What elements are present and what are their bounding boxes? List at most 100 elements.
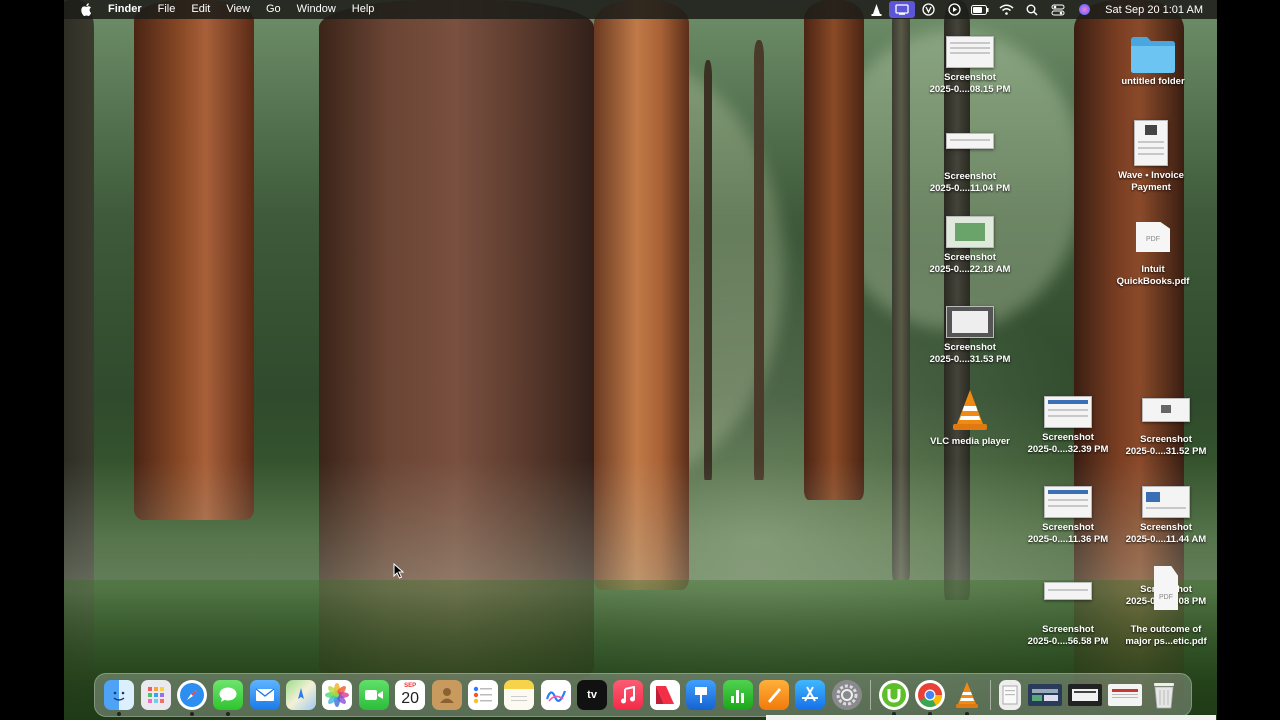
dock-pages-icon[interactable]	[758, 680, 789, 710]
dock-news-icon[interactable]	[649, 680, 680, 710]
dock-finder-icon[interactable]	[104, 680, 135, 716]
dock: SEP 20 tv	[94, 673, 1192, 717]
calendar-month: SEP	[404, 683, 417, 689]
desktop-icon-vlc-media-player[interactable]: VLC media player	[922, 388, 1018, 448]
dock-maps-icon[interactable]	[286, 680, 317, 710]
pdf-file-icon: PDF	[1136, 222, 1170, 252]
menu-view[interactable]: View	[218, 0, 258, 19]
folder-icon	[1129, 34, 1177, 73]
icon-sublabel: 2025-0....31.52 PM	[1125, 446, 1207, 457]
icon-label: Screenshot	[1042, 432, 1094, 443]
siri-icon[interactable]	[1071, 0, 1097, 19]
dock-calendar-icon[interactable]: SEP 20	[395, 680, 426, 710]
dock-launchpad-icon[interactable]	[140, 680, 171, 710]
dock-recent-screenshot-icon[interactable]	[1067, 684, 1102, 706]
desktop-icon-screenshot[interactable]: Screenshot 2025-0....11.04 PM	[922, 133, 1018, 195]
dock-photos-icon[interactable]	[322, 680, 353, 710]
mouse-cursor-icon	[393, 562, 405, 584]
icon-label: VLC media player	[930, 436, 1010, 447]
icon-label: Screenshot	[1042, 522, 1094, 533]
desktop-icon-wave-invoice[interactable]: Wave • Invoice Payment	[1103, 120, 1199, 194]
menu-window[interactable]: Window	[289, 0, 344, 19]
dock-keynote-icon[interactable]	[686, 680, 717, 710]
desktop-icon-screenshot[interactable]: Screenshot 2025-0....31.53 PM	[922, 306, 1018, 366]
icon-sublabel: 2025-0....56.58 PM	[1027, 636, 1109, 647]
desktop-icon-screenshot[interactable]: Screenshot 2025-0....56.58 PM	[1020, 582, 1116, 648]
desktop-icon-screenshot[interactable]: Screenshot 2025-0....11.36 PM	[1020, 486, 1116, 546]
icon-sublabel: 2025-0....08.15 PM	[929, 84, 1011, 95]
dock-chrome-icon[interactable]	[915, 680, 946, 716]
desktop-icon-screenshot[interactable]: Screenshot 2025-0....31.52 PM	[1118, 398, 1214, 458]
dock-mail-icon[interactable]	[249, 680, 280, 710]
dock-freeform-icon[interactable]	[540, 680, 571, 710]
dock-downloads-stack-icon[interactable]	[999, 680, 1022, 710]
dock-notes-icon[interactable]	[504, 680, 535, 710]
menubar-clock[interactable]: Sat Sep 20 1:01 AM	[1097, 4, 1203, 16]
icon-sublabel: major ps...etic.pdf	[1125, 636, 1207, 647]
menu-go[interactable]: Go	[258, 0, 289, 19]
dock-messages-icon[interactable]	[213, 680, 244, 716]
dock-recent-screenshot-icon[interactable]	[1108, 684, 1143, 706]
desktop-icon-untitled-folder[interactable]: untitled folder	[1105, 34, 1201, 88]
play-circle-icon[interactable]	[941, 0, 967, 19]
desktop-icon-screenshot[interactable]: Screenshot 2025-0....08.15 PM	[922, 36, 1018, 96]
icon-sublabel: 2025-0....32.39 PM	[1027, 444, 1109, 455]
dock-utorrent-icon[interactable]	[879, 680, 910, 716]
screenshot-thumbnail-icon	[1044, 486, 1092, 518]
desktop-icon-screenshot[interactable]: Screenshot 2025-0....32.39 PM	[1020, 396, 1116, 456]
dock-safari-icon[interactable]	[176, 680, 207, 716]
extensions-icon[interactable]	[915, 0, 941, 19]
screenshot-thumbnail-icon	[946, 306, 994, 338]
dock-recent-screenshot-icon[interactable]	[1027, 684, 1062, 706]
icon-label: untitled folder	[1121, 76, 1185, 87]
dock-appstore-icon[interactable]	[795, 680, 826, 710]
icon-label: Screenshot	[944, 171, 996, 182]
screenshot-thumbnail-icon	[1044, 582, 1092, 600]
desktop-icon-intuit-quickbooks-pdf[interactable]: PDF Intuit QuickBooks.pdf	[1105, 222, 1201, 288]
spotlight-search-icon[interactable]	[1019, 0, 1045, 19]
dock-facetime-icon[interactable]	[358, 680, 389, 710]
menu-edit[interactable]: Edit	[183, 0, 218, 19]
screenshot-thumbnail-icon	[946, 216, 994, 248]
menu-file[interactable]: File	[150, 0, 184, 19]
icon-label: Intuit	[1141, 264, 1165, 275]
menu-help[interactable]: Help	[344, 0, 383, 19]
vlc-app-icon	[950, 388, 990, 432]
vlc-cone-icon[interactable]	[863, 0, 889, 19]
icon-label: Screenshot	[944, 342, 996, 353]
control-center-icon[interactable]	[1045, 0, 1071, 19]
dock-contacts-icon[interactable]	[431, 680, 462, 710]
dock-separator	[869, 680, 871, 710]
desktop-icon-screenshot[interactable]: Screenshot 2025-0....22.18 AM	[922, 216, 1018, 276]
dock-vlc-icon[interactable]	[952, 680, 982, 716]
icon-sublabel: 2025-0....11.04 PM	[929, 183, 1011, 194]
screenshot-thumbnail-icon	[1142, 486, 1190, 518]
document-thumbnail-icon	[1134, 120, 1168, 166]
dock-music-icon[interactable]	[613, 680, 644, 710]
screenshot-thumbnail-icon	[1142, 398, 1190, 422]
icon-label: Screenshot	[1140, 434, 1192, 445]
desktop-icon-pdf-outcome[interactable]: PDF The outcome of major ps...etic.pdf	[1118, 566, 1214, 648]
dock-reminders-icon[interactable]	[467, 680, 498, 710]
app-menu-finder[interactable]: Finder	[100, 0, 150, 19]
icon-sublabel: QuickBooks.pdf	[1116, 276, 1190, 287]
desktop-icon-screenshot[interactable]: Screenshot 2025-0....11.44 AM	[1118, 486, 1214, 546]
screenshot-thumbnail-icon	[1044, 396, 1092, 428]
screen-record-icon[interactable]	[889, 1, 916, 18]
screen-edge-strip	[766, 715, 1216, 720]
icon-label: The outcome of	[1130, 624, 1202, 635]
dock-numbers-icon[interactable]	[722, 680, 753, 710]
dock-separator	[990, 680, 991, 710]
wifi-icon[interactable]	[993, 0, 1019, 19]
battery-icon[interactable]	[967, 0, 993, 19]
calendar-day: 20	[401, 690, 420, 707]
dock-trash-icon[interactable]	[1149, 680, 1179, 710]
screenshot-thumbnail-icon	[946, 36, 994, 68]
icon-sublabel: 2025-0....11.44 AM	[1125, 534, 1207, 545]
icon-label: Wave • Invoice	[1118, 170, 1184, 181]
dock-system-settings-icon[interactable]	[831, 680, 862, 710]
screenshot-thumbnail-icon	[946, 133, 994, 149]
apple-menu-icon[interactable]	[80, 3, 92, 17]
dock-appletv-icon[interactable]: tv	[577, 680, 608, 710]
menu-bar: Finder File Edit View Go Window Help Sat…	[64, 0, 1217, 19]
